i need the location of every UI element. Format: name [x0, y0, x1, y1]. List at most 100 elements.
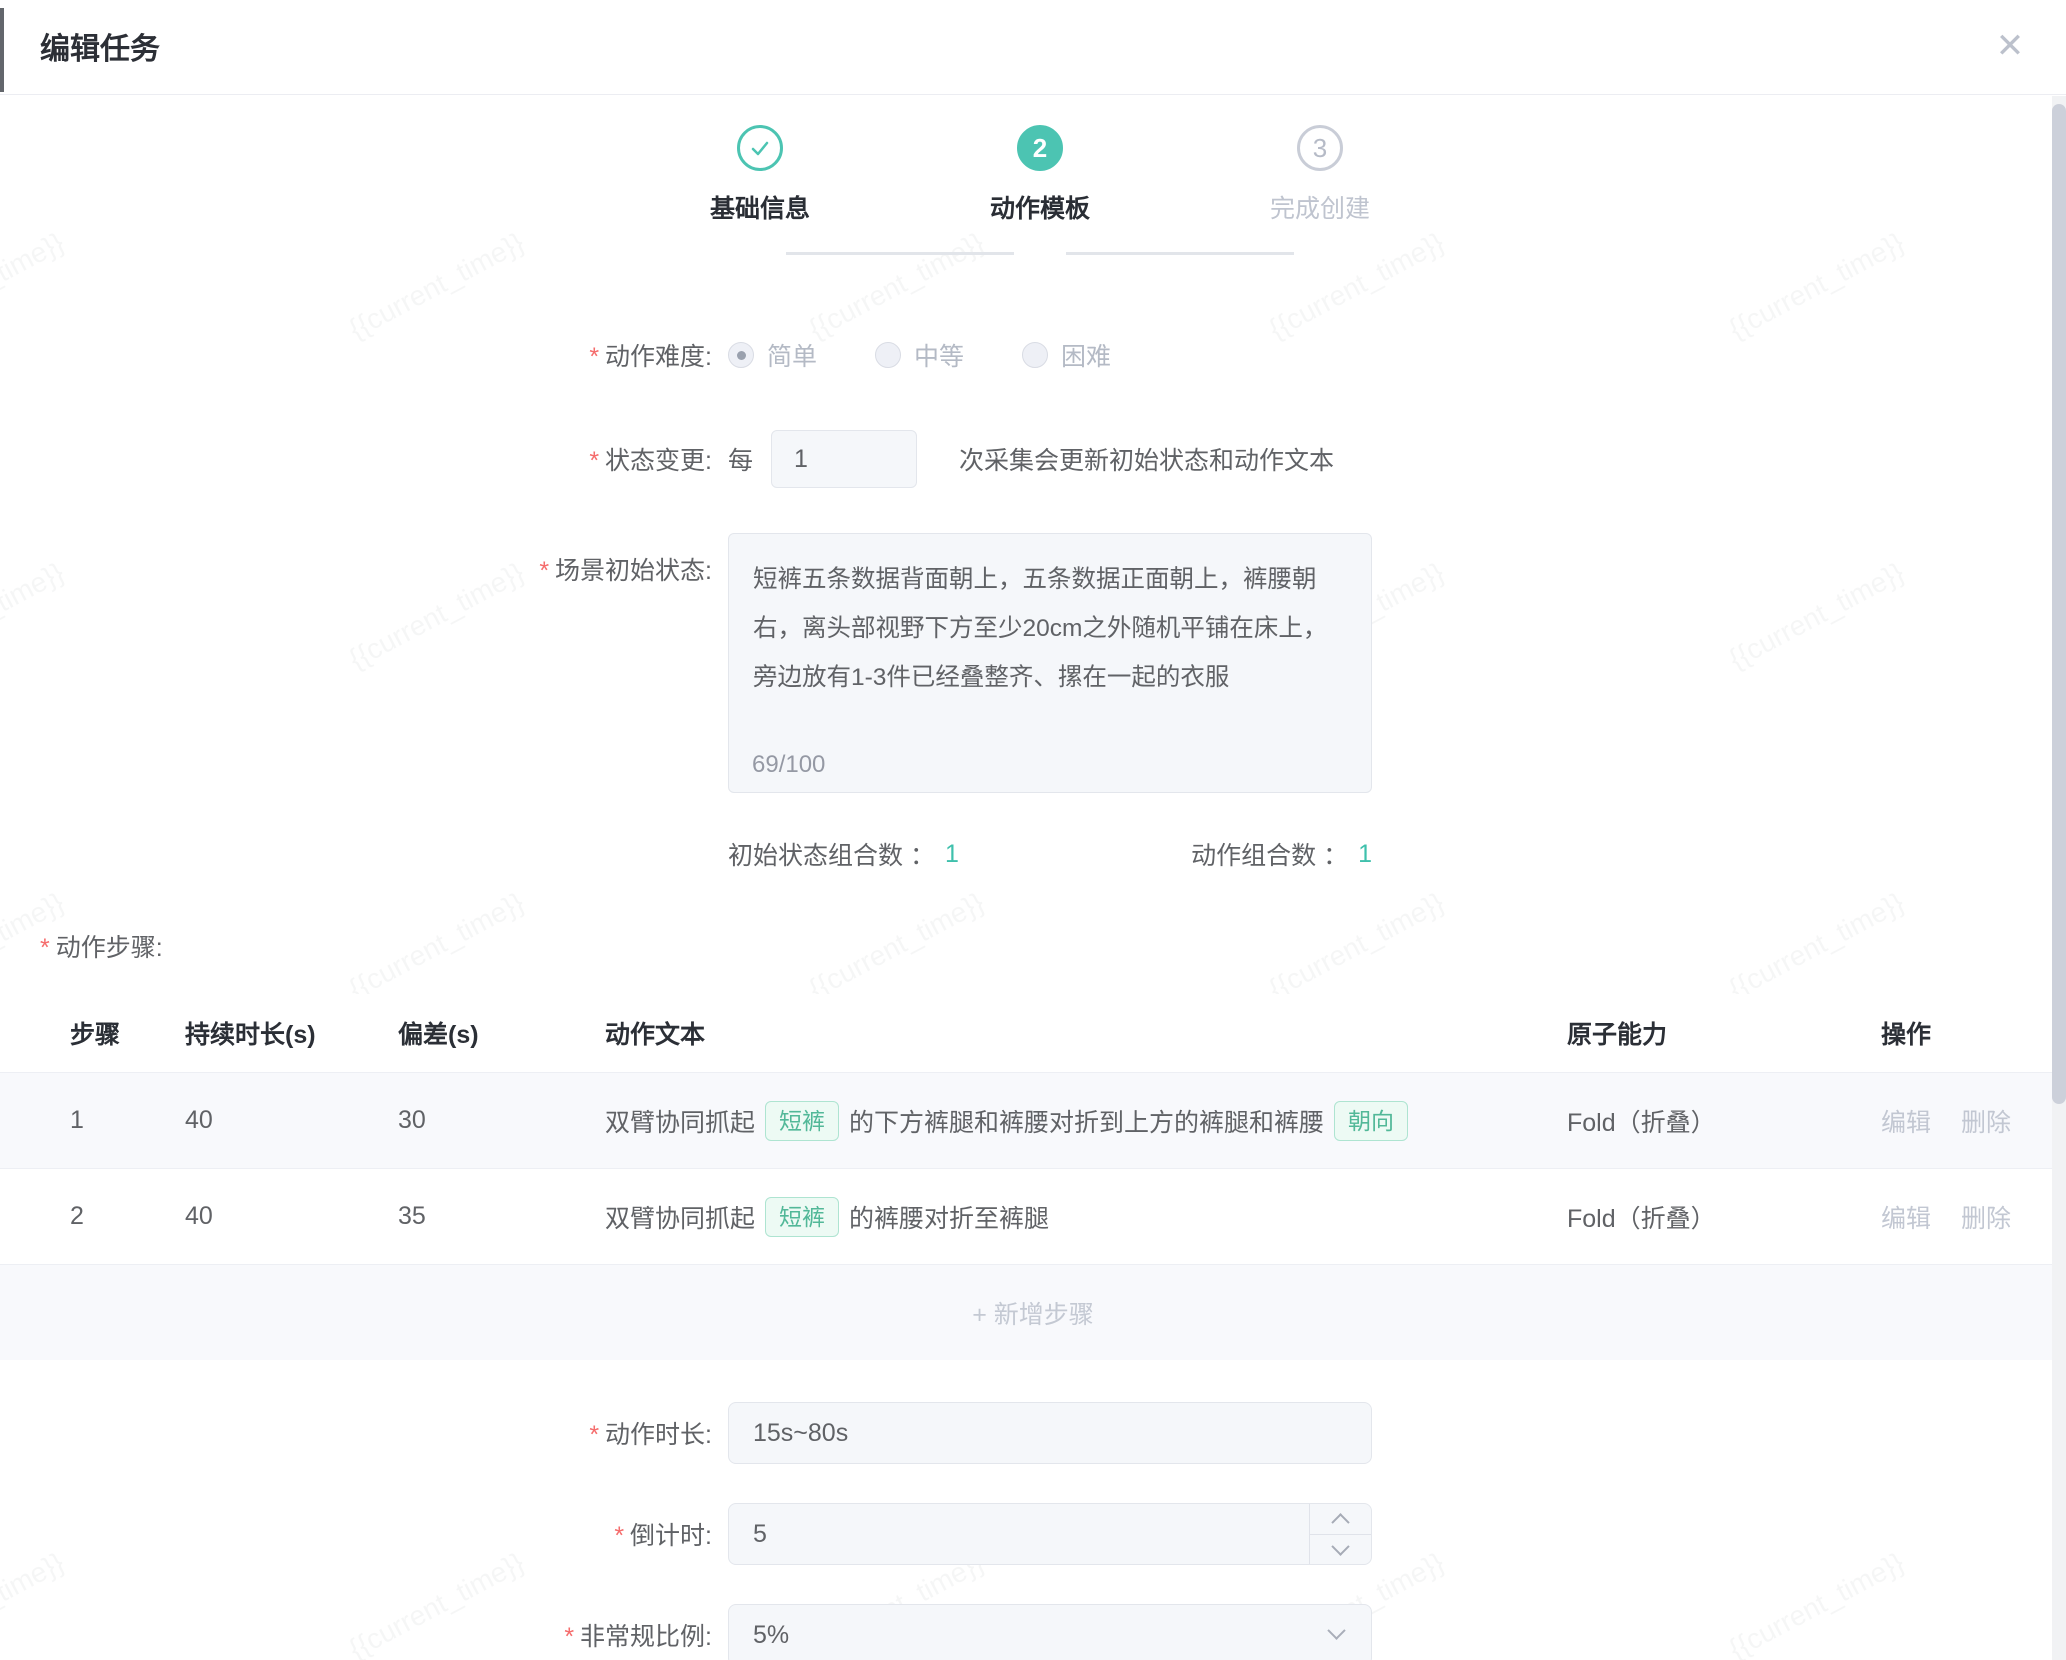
- edit-task-dialog: {{current_time}} {{current_time}} {{curren…: [0, 0, 2066, 1660]
- field-label: *动作时长:: [0, 1415, 712, 1451]
- edit-link[interactable]: 编辑: [1881, 1103, 1931, 1139]
- header-cell-ability: 原子能力: [1567, 1015, 1881, 1051]
- radio-option-hard[interactable]: 困难: [1022, 337, 1111, 373]
- action-steps-label: *动作步骤:: [40, 928, 163, 964]
- spinner-up-button[interactable]: [1309, 1504, 1371, 1534]
- check-icon: [748, 136, 772, 160]
- required-asterisk: *: [564, 1623, 574, 1651]
- header-cell-action-text: 动作文本: [605, 1015, 1567, 1051]
- watermark-text: {{current_time}}: [344, 887, 529, 1006]
- action-text-segment: 的裤腰对折至裤腿: [849, 1199, 1049, 1235]
- header-cell-deviation: 偏差(s): [398, 1015, 605, 1051]
- watermark-text: {{current_time}}: [804, 887, 989, 1006]
- field-label: *非常规比例:: [0, 1617, 712, 1653]
- action-text-tag: 短裤: [765, 1197, 839, 1237]
- initial-combo-label: 初始状态组合数 ：: [728, 836, 935, 872]
- step-number: 2: [1033, 133, 1047, 164]
- unusual-ratio-select[interactable]: 5%: [728, 1604, 1372, 1660]
- radio-option-easy[interactable]: 简单: [728, 337, 817, 373]
- required-asterisk: *: [589, 343, 599, 371]
- field-label: *倒计时:: [0, 1516, 712, 1552]
- table-header-row: 步骤 持续时长(s) 偏差(s) 动作文本 原子能力 操作: [0, 994, 2066, 1072]
- difficulty-radio-group: 简单 中等 困难: [728, 337, 1169, 373]
- cell-action-text: 双臂协同抓起短裤的下方裤腿和裤腰对折到上方的裤腿和裤腰朝向: [605, 1101, 1567, 1141]
- action-combo-value: 1: [1358, 840, 1372, 869]
- cell-duration: 40: [185, 1106, 398, 1135]
- header-cell-step: 步骤: [70, 1015, 185, 1051]
- cell-actions: 编辑 删除: [1881, 1199, 2066, 1235]
- page-edge-artifact: [0, 8, 4, 92]
- action-text-segment: 双臂协同抓起: [605, 1199, 755, 1235]
- form-row-duration: *动作时长:: [0, 1402, 2066, 1464]
- step-circle-active: 2: [1017, 125, 1063, 171]
- header-cell-actions: 操作: [1881, 1015, 2066, 1051]
- cell-step: 2: [70, 1202, 185, 1231]
- char-counter: 69/100: [752, 751, 825, 779]
- steps-table: 步骤 持续时长(s) 偏差(s) 动作文本 原子能力 操作 1 40 30 双臂…: [0, 994, 2066, 1360]
- scrollbar-thumb[interactable]: [2052, 104, 2066, 1104]
- field-label: *状态变更:: [0, 441, 712, 477]
- radio-circle: [1022, 342, 1048, 368]
- header-cell-duration: 持续时长(s): [185, 1015, 398, 1051]
- cell-actions: 编辑 删除: [1881, 1103, 2066, 1139]
- countdown-field: [728, 1503, 1372, 1565]
- required-asterisk: *: [589, 1421, 599, 1449]
- watermark-text: {{current_time}}: [0, 227, 69, 346]
- duration-field: [728, 1402, 1372, 1464]
- step-label: 基础信息: [640, 189, 880, 225]
- action-text-tag: 朝向: [1334, 1101, 1408, 1141]
- radio-label: 中等: [914, 337, 964, 373]
- delete-link[interactable]: 删除: [1961, 1103, 2011, 1139]
- radio-option-medium[interactable]: 中等: [875, 337, 964, 373]
- countdown-input[interactable]: [728, 1503, 1372, 1565]
- step-connector: [1066, 252, 1294, 255]
- required-asterisk: *: [589, 447, 599, 475]
- step-item-action-template: 2 动作模板: [920, 125, 1160, 225]
- state-change-field: 每 次采集会更新初始状态和动作文本: [728, 430, 1334, 488]
- combo-stats: 初始状态组合数 ： 1 动作组合数 ： 1: [728, 836, 1372, 872]
- chevron-up-icon: [1331, 1513, 1349, 1531]
- dialog-header: 编辑任务 ✕: [0, 0, 2066, 95]
- form-row-countdown: *倒计时:: [0, 1503, 2066, 1565]
- step-circle-pending: 3: [1297, 125, 1343, 171]
- step-label: 动作模板: [920, 189, 1160, 225]
- step-item-basic-info: 基础信息: [640, 125, 880, 225]
- cell-step: 1: [70, 1106, 185, 1135]
- form-row-initial-state: *场景初始状态: 短裤五条数据背面朝上，五条数据正面朝上，裤腰朝右，离头部视野下…: [0, 533, 2066, 793]
- action-text-segment: 双臂协同抓起: [605, 1103, 755, 1139]
- required-asterisk: *: [539, 557, 549, 585]
- edit-link[interactable]: 编辑: [1881, 1199, 1931, 1235]
- radio-label: 困难: [1061, 337, 1111, 373]
- step-label: 完成创建: [1200, 189, 1440, 225]
- close-icon: ✕: [1996, 29, 2025, 63]
- scrollbar-track: [2052, 96, 2066, 1660]
- action-combo-label: 动作组合数 ：: [1191, 836, 1348, 872]
- watermark-text: {{current_time}}: [344, 227, 529, 346]
- delete-link[interactable]: 删除: [1961, 1199, 2011, 1235]
- radio-circle: [875, 342, 901, 368]
- initial-combo-stat: 初始状态组合数 ： 1: [728, 836, 959, 872]
- duration-input[interactable]: [728, 1402, 1372, 1464]
- table-row: 2 40 35 双臂协同抓起短裤的裤腰对折至裤腿 Fold（折叠） 编辑 删除: [0, 1168, 2066, 1264]
- step-circle-done: [737, 125, 783, 171]
- add-step-button[interactable]: + 新增步骤: [0, 1264, 2066, 1360]
- initial-combo-value: 1: [945, 840, 959, 869]
- step-number: 3: [1313, 133, 1327, 164]
- add-step-label: + 新增步骤: [972, 1295, 1094, 1331]
- close-button[interactable]: ✕: [1982, 18, 2038, 74]
- cell-deviation: 30: [398, 1106, 605, 1135]
- table-row: 1 40 30 双臂协同抓起短裤的下方裤腿和裤腰对折到上方的裤腿和裤腰朝向 Fo…: [0, 1072, 2066, 1168]
- form-row-unusual-ratio: *非常规比例: 5%: [0, 1604, 2066, 1660]
- step-connector: [786, 252, 1014, 255]
- form-row-state-change: *状态变更: 每 次采集会更新初始状态和动作文本: [0, 430, 2066, 488]
- cell-action-text: 双臂协同抓起短裤的裤腰对折至裤腿: [605, 1197, 1567, 1237]
- watermark-text: {{current_time}}: [1264, 887, 1449, 1006]
- chevron-down-icon: [1327, 1621, 1345, 1639]
- state-change-input[interactable]: [771, 430, 917, 488]
- action-text-segment: 的下方裤腿和裤腰对折到上方的裤腿和裤腰: [849, 1103, 1324, 1139]
- field-label: *动作难度:: [0, 337, 712, 373]
- watermark-text: {{current_time}}: [1264, 227, 1449, 346]
- suffix-text: 次采集会更新初始状态和动作文本: [959, 441, 1334, 477]
- action-text-tag: 短裤: [765, 1101, 839, 1141]
- spinner-down-button[interactable]: [1309, 1534, 1371, 1564]
